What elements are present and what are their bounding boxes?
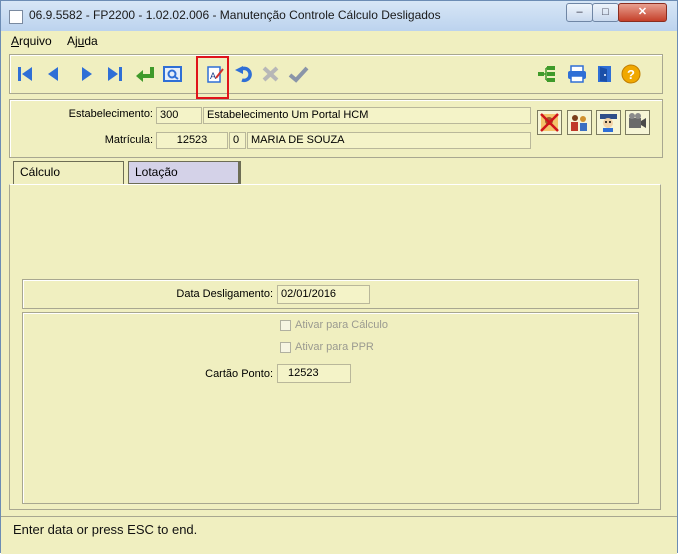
- help-icon[interactable]: ?: [620, 64, 642, 84]
- employee-name-field: MARIA DE SOUZA: [247, 132, 531, 149]
- data-desligamento-label: Data Desligamento:: [176, 288, 273, 300]
- title-bar: 06.9.5582 - FP2200 - 1.02.02.006 - Manut…: [1, 1, 677, 32]
- toolbar: A ?: [9, 54, 663, 94]
- status-message: Enter data or press ESC to end.: [13, 522, 198, 537]
- cartao-ponto-field[interactable]: 12523: [277, 364, 351, 383]
- maximize-button[interactable]: □: [592, 3, 619, 22]
- matricula-label: Matrícula:: [104, 134, 153, 146]
- print-icon[interactable]: [566, 64, 588, 84]
- cartao-ponto-label: Cartão Ponto:: [205, 368, 273, 380]
- highlight-box: [196, 56, 229, 99]
- no-photo-icon[interactable]: [537, 110, 562, 135]
- ativar-calculo-checkbox[interactable]: [280, 320, 291, 331]
- close-button[interactable]: ✕: [618, 3, 667, 22]
- menu-bar: Arquivo Ajuda: [1, 31, 677, 51]
- matricula-digit-field: 0: [229, 132, 246, 149]
- last-record-icon[interactable]: [104, 64, 126, 84]
- previous-record-icon[interactable]: [42, 64, 64, 84]
- tree-structure-icon[interactable]: [536, 64, 558, 84]
- ativar-calculo-label: Ativar para Cálculo: [295, 319, 388, 331]
- application-window: 06.9.5582 - FP2200 - 1.02.02.006 - Manut…: [0, 0, 678, 554]
- next-record-icon[interactable]: [76, 64, 98, 84]
- status-bar: Enter data or press ESC to end.: [1, 516, 677, 554]
- window-title: 06.9.5582 - FP2200 - 1.02.02.006 - Manut…: [29, 8, 441, 22]
- estabelecimento-label: Estabelecimento:: [68, 108, 153, 120]
- menu-ajuda[interactable]: Ajuda: [67, 34, 98, 48]
- estabelecimento-code-field[interactable]: 300: [156, 107, 202, 124]
- ativar-ppr-checkbox[interactable]: [280, 342, 291, 353]
- tab-calculo[interactable]: Cálculo: [13, 161, 124, 184]
- menu-arquivo[interactable]: Arquivo: [11, 34, 52, 48]
- svg-text:?: ?: [627, 67, 635, 82]
- minimize-button[interactable]: –: [566, 3, 593, 22]
- data-desligamento-field[interactable]: 02/01/2016: [277, 285, 370, 304]
- matricula-field[interactable]: 12523: [156, 132, 228, 149]
- ativar-ppr-label: Ativar para PPR: [295, 341, 374, 353]
- undo-icon[interactable]: [234, 64, 256, 84]
- delete-icon[interactable]: [260, 64, 282, 84]
- exit-door-icon[interactable]: [594, 64, 616, 84]
- estabelecimento-name-field: Estabelecimento Um Portal HCM: [203, 107, 531, 124]
- camera-icon[interactable]: [625, 110, 650, 135]
- tab-lotacao[interactable]: Lotação: [128, 161, 241, 184]
- search-zoom-icon[interactable]: [162, 64, 184, 84]
- goto-return-icon[interactable]: [134, 64, 156, 84]
- family-dependents-icon[interactable]: [567, 110, 592, 135]
- employee-hat-icon[interactable]: [596, 110, 621, 135]
- first-record-icon[interactable]: [14, 64, 36, 84]
- app-icon: [9, 10, 23, 24]
- confirm-checkmark-icon[interactable]: [288, 64, 310, 84]
